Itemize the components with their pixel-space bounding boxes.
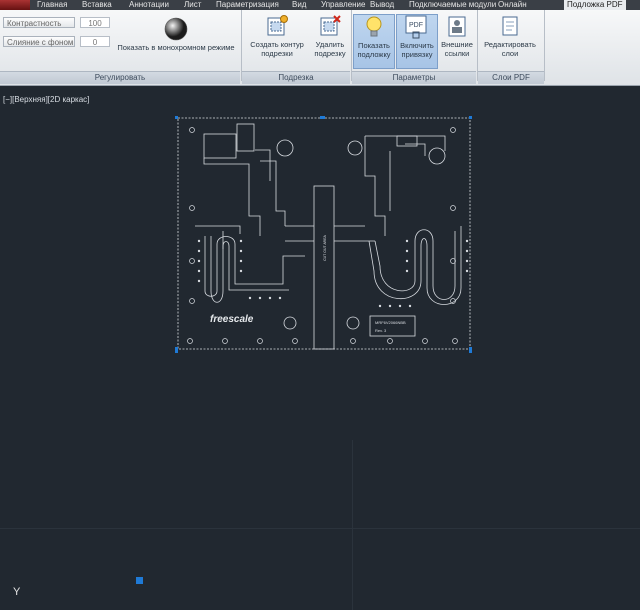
create-clip-label-1: Создать контур — [250, 40, 304, 49]
ucs-y-axis-label: Y — [13, 586, 21, 598]
via-pad — [276, 139, 294, 157]
pdf-underlay-drawing[interactable]: freescale MRF6V2066NBB Rev. 3 CUT OUT AR… — [175, 116, 472, 353]
external-references-label-1: Внешние — [441, 40, 473, 49]
via-pad — [347, 140, 363, 156]
mount-hole — [187, 338, 193, 344]
enable-snap-label-2: привязку — [401, 50, 433, 59]
mount-hole — [387, 338, 393, 344]
pcb-trace — [204, 236, 305, 297]
tab-online[interactable]: Онлайн — [498, 0, 527, 10]
fade-value[interactable]: 0 — [80, 36, 110, 47]
grip-handle[interactable] — [469, 347, 472, 353]
part-revision: Rev. 3 — [375, 328, 387, 333]
ribbon: Контрастность 100 Слияние с фоном 0 Пока… — [0, 10, 640, 86]
mount-hole — [450, 205, 456, 211]
freescale-logo: freescale — [210, 314, 254, 325]
external-references-button[interactable]: Внешние ссылки — [438, 14, 476, 58]
panel-title-options: Параметры — [352, 71, 476, 84]
mount-hole — [189, 205, 195, 211]
mount-hole — [450, 127, 456, 133]
tab-output[interactable]: Вывод — [370, 0, 394, 10]
pcb-trace — [374, 229, 456, 300]
mount-hole — [283, 316, 297, 330]
remove-clip-button[interactable]: Удалить подрезку — [310, 14, 350, 58]
show-underlay-button[interactable]: Показать подложку — [353, 14, 395, 69]
via-array — [197, 239, 469, 308]
mount-hole — [350, 338, 356, 344]
contrast-slider[interactable]: Контрастность — [3, 17, 75, 28]
enable-snap-label-1: Включить — [400, 41, 434, 50]
mount-hole — [222, 338, 228, 344]
external-references-icon — [448, 16, 466, 37]
component-pad — [236, 123, 255, 152]
tab-home[interactable]: Главная — [37, 0, 67, 10]
pcb-trace — [203, 149, 286, 236]
mount-hole — [189, 127, 195, 133]
monochrome-label: Показать в монохромном режиме — [117, 43, 235, 52]
grid-line — [352, 440, 353, 610]
remove-clip-label-1: Удалить — [315, 40, 345, 49]
edit-layers-label-1: Редактировать — [484, 40, 536, 49]
remove-clip-label-2: подрезку — [314, 49, 346, 58]
edit-layers-icon — [502, 16, 518, 36]
panel-title-clip: Подрезка — [242, 71, 350, 84]
edit-layers-button[interactable]: Редактировать слои — [478, 14, 542, 58]
show-underlay-label-1: Показать — [358, 41, 390, 50]
create-clip-button[interactable]: Создать контур подрезки — [244, 14, 310, 58]
part-label-box — [369, 315, 416, 337]
tab-plugins[interactable]: Подключаемые модули — [409, 0, 496, 10]
mount-hole — [346, 316, 360, 330]
monochrome-button[interactable]: Показать в монохромном режиме — [113, 17, 239, 52]
mount-hole — [257, 338, 263, 344]
pcb-trace — [195, 225, 241, 249]
mount-hole — [189, 298, 195, 304]
fade-slider[interactable]: Слияние с фоном — [3, 36, 75, 47]
tab-view[interactable]: Вид — [292, 0, 306, 10]
tab-parametric[interactable]: Параметризация — [216, 0, 279, 10]
grip-handle[interactable] — [175, 347, 178, 353]
edit-layers-label-2: слои — [501, 49, 519, 58]
tab-pdf-underlay[interactable]: Подложка PDF — [564, 0, 626, 10]
mount-hole — [292, 338, 298, 344]
create-clip-label-2: подрезки — [261, 49, 293, 58]
pcb-trace — [364, 135, 446, 236]
mount-hole — [452, 338, 458, 344]
application-menu-button[interactable] — [0, 0, 30, 10]
grid-line — [0, 528, 640, 529]
pcb-trace — [210, 236, 289, 303]
panel-title-pdf-layers: Слои PDF — [478, 71, 544, 84]
tab-layout[interactable]: Лист — [184, 0, 201, 10]
monochrome-icon — [164, 17, 188, 41]
tab-annotate[interactable]: Аннотации — [129, 0, 169, 10]
viewport-controls-label[interactable]: [−][Верхняя][2D каркас] — [3, 95, 89, 104]
create-clip-icon — [267, 15, 288, 36]
remove-clip-icon — [320, 15, 341, 36]
grip-handle[interactable] — [175, 116, 178, 119]
via-pad — [428, 147, 446, 165]
grip-handle[interactable] — [320, 116, 325, 119]
ribbon-tab-bar: Главная Вставка Аннотации Лист Параметри… — [0, 0, 640, 10]
panel-divider — [544, 10, 545, 81]
ucs-grip[interactable] — [136, 577, 143, 584]
lightbulb-icon — [366, 16, 382, 37]
grip-handle[interactable] — [469, 116, 472, 119]
tab-insert[interactable]: Вставка — [82, 0, 112, 10]
contrast-value[interactable]: 100 — [80, 17, 110, 28]
panel-title-adjust: Регулировать — [0, 71, 240, 84]
part-number: MRF6V2066NBB — [375, 320, 406, 325]
component-pad — [203, 133, 237, 159]
cut-out-area — [313, 185, 335, 350]
mount-hole — [189, 258, 195, 264]
mount-hole — [422, 338, 428, 344]
show-underlay-label-2: подложку — [357, 50, 391, 59]
component-pad — [396, 135, 418, 147]
tab-manage[interactable]: Управление — [321, 0, 365, 10]
external-references-label-2: ссылки — [444, 49, 470, 58]
svg-text:PDF: PDF — [409, 22, 423, 29]
pcb-trace — [285, 225, 375, 242]
pdf-snap-icon: PDF — [405, 15, 427, 39]
cut-out-label: CUT OUT AREA — [323, 234, 327, 260]
enable-snap-button[interactable]: PDF Включить привязку — [396, 14, 438, 69]
